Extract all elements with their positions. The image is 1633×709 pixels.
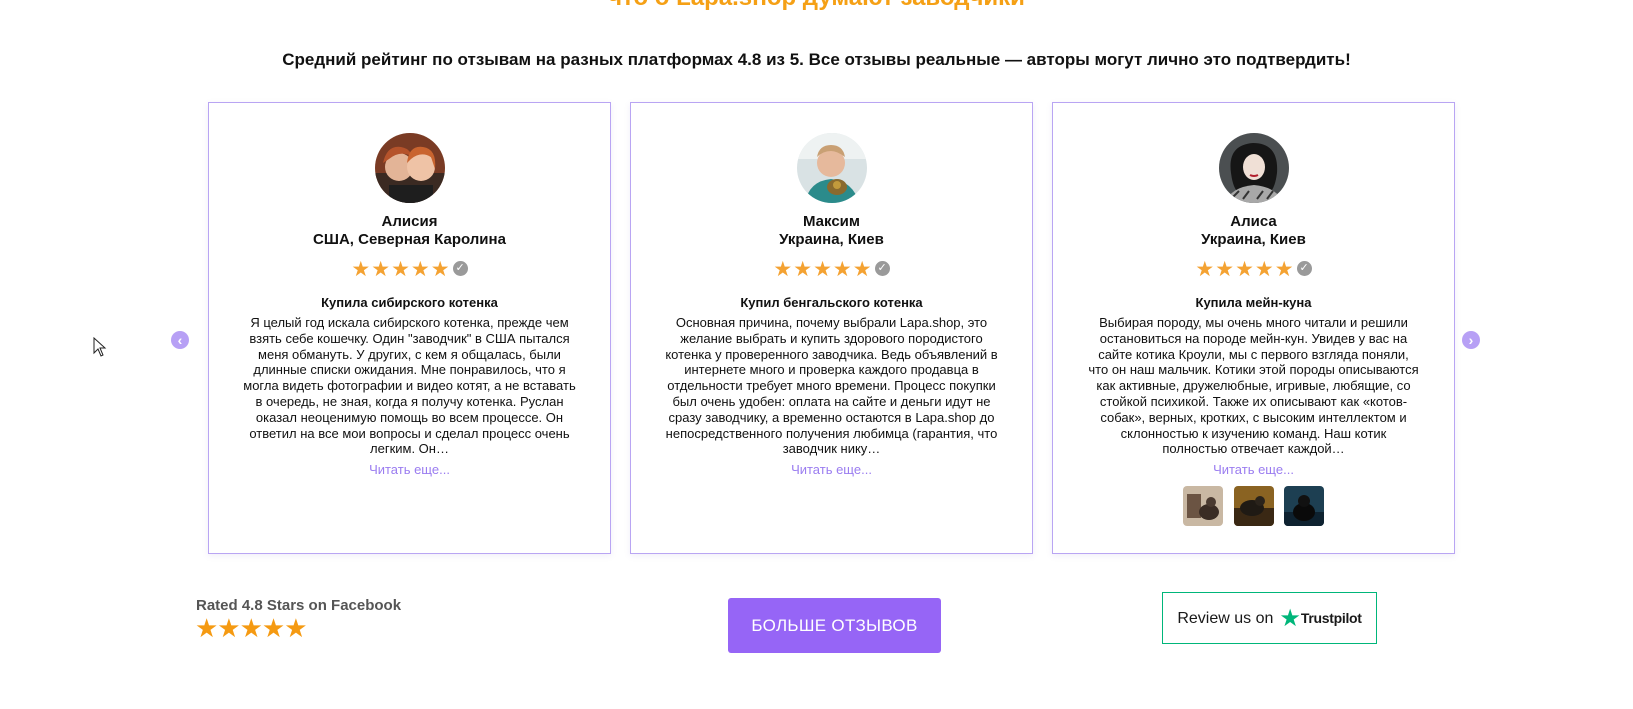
trustpilot-prefix: Review us on	[1177, 610, 1274, 627]
review-card: Алиса Украина, Киев ★★★★★ ✓ Купила мейн-к…	[1052, 102, 1455, 554]
review-photo-thumbnail[interactable]	[1283, 486, 1324, 526]
stars-icon: ★★★★★	[351, 258, 451, 281]
section-title: что о Lapa.shop думают заводчики	[0, 0, 1633, 10]
review-photo-thumbnail[interactable]	[1183, 486, 1224, 526]
trustpilot-review-button[interactable]: Review us on ★Trustpilot	[1162, 592, 1377, 644]
review-photos	[1053, 486, 1454, 526]
review-title: Купил бенгальского котенка	[740, 295, 923, 310]
verified-check-icon: ✓	[874, 260, 890, 276]
trustpilot-logo: Trustpilot	[1300, 610, 1362, 626]
review-title: Купила мейн-куна	[1195, 295, 1312, 310]
reviewer-location: Украина, Киев	[779, 231, 884, 248]
review-card: Алисия США, Северная Каролина ★★★★★ ✓ Куп…	[208, 102, 611, 554]
star-rating: ★★★★★ ✓	[631, 259, 1032, 281]
carousel-prev-button[interactable]: ‹	[171, 331, 189, 349]
mouse-cursor-icon	[93, 337, 107, 357]
verified-check-icon: ✓	[1296, 260, 1312, 276]
star-rating: ★★★★★ ✓	[1053, 259, 1454, 281]
star-rating: ★★★★★ ✓	[209, 259, 610, 281]
facebook-stars-icon: ★★★★★	[195, 613, 308, 643]
carousel-next-button[interactable]: ›	[1462, 331, 1480, 349]
review-text: Основная причина, почему выбрали Lapa.sh…	[665, 315, 998, 457]
review-photo-thumbnail[interactable]	[1233, 486, 1274, 526]
reviewer-name: Алиса	[1230, 213, 1277, 230]
chevron-right-icon: ›	[1468, 332, 1474, 348]
read-more-link[interactable]: Читать еще...	[631, 462, 1032, 477]
trustpilot-star-icon: ★	[1279, 605, 1301, 632]
verified-check-icon: ✓	[452, 260, 468, 276]
reviewer-name: Алисия	[381, 213, 438, 230]
read-more-link[interactable]: Читать еще...	[1053, 462, 1454, 477]
facebook-rating-label: Rated 4.8 Stars on Facebook	[196, 597, 402, 614]
reviewer-location: Украина, Киев	[1201, 231, 1306, 248]
stars-icon: ★★★★★	[773, 258, 873, 281]
avatar	[1218, 133, 1289, 203]
rating-subtitle: Средний рейтинг по отзывам на разных пла…	[282, 50, 1351, 69]
review-title: Купила сибирского котенка	[321, 295, 498, 310]
avatar	[796, 133, 867, 203]
stars-icon: ★★★★★	[1195, 258, 1295, 281]
review-text: Выбирая породу, мы очень много читали и …	[1088, 315, 1419, 457]
more-reviews-button[interactable]: БОЛЬШЕ ОТЗЫВОВ	[728, 598, 941, 653]
avatar	[374, 133, 445, 203]
chevron-left-icon: ‹	[177, 332, 183, 348]
reviewer-location: США, Северная Каролина	[313, 231, 506, 248]
read-more-link[interactable]: Читать еще...	[209, 462, 610, 477]
reviewer-name: Максим	[803, 213, 860, 230]
review-text: Я целый год искала сибирского котенка, п…	[243, 315, 576, 457]
review-card: Максим Украина, Киев ★★★★★ ✓ Купил бенгал…	[630, 102, 1033, 554]
